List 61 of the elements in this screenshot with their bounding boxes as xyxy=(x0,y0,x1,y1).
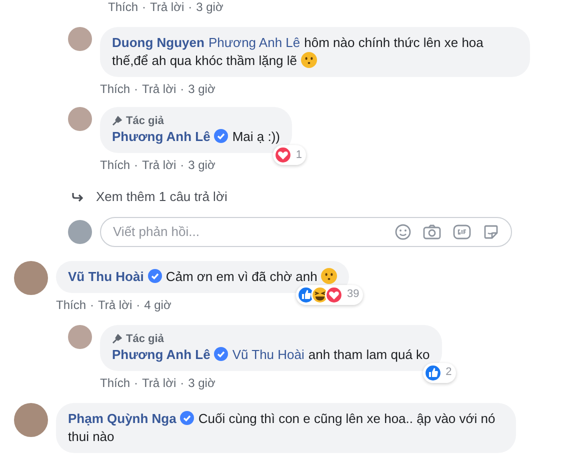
like-link[interactable]: Thích xyxy=(100,82,130,97)
camera-icon[interactable] xyxy=(423,224,441,240)
reply-link[interactable]: Trả lời xyxy=(150,0,184,15)
comment-text: Duong Nguyen Phương Anh Lê hôm nào chính thức lên xe hoa thế,để ah qua khóc thầm lặng lẽ xyxy=(112,34,484,70)
avatar[interactable] xyxy=(14,260,48,294)
avatar[interactable] xyxy=(68,27,92,51)
comment-text: Phạm Quỳnh Nga Cuối cùng thì con e cũng lên xe hoa.. ập vào với nó thui nào xyxy=(68,410,496,446)
separator-dot: · xyxy=(180,376,184,390)
reply-link[interactable]: Trả lời xyxy=(142,158,176,173)
separator-dot: · xyxy=(134,158,138,173)
like-link[interactable]: Thích xyxy=(108,0,138,15)
like-link[interactable]: Thích xyxy=(100,376,130,390)
author-name[interactable]: Phạm Quỳnh Nga xyxy=(68,410,176,426)
author-name[interactable]: Duong Nguyen xyxy=(112,35,204,50)
separator-dot: · xyxy=(134,376,138,390)
sticker-icon[interactable] xyxy=(483,224,499,240)
like-link[interactable]: Thích xyxy=(100,158,130,173)
timestamp: 4 giờ xyxy=(144,298,172,312)
reaction-summary[interactable]: 1 xyxy=(272,145,306,165)
reply-box[interactable]: Viết phản hồi... xyxy=(100,216,512,246)
reaction-count: 2 xyxy=(446,365,452,380)
avatar[interactable] xyxy=(68,107,92,131)
timestamp: 3 giờ xyxy=(188,376,216,390)
microphone-icon xyxy=(112,116,122,126)
microphone-icon xyxy=(112,334,122,344)
author-name[interactable]: Phương Anh Lê xyxy=(112,129,210,144)
like-link[interactable]: Thích xyxy=(56,298,86,312)
timestamp: 3 giờ xyxy=(188,82,216,97)
separator-dot: · xyxy=(90,298,94,312)
avatar[interactable] xyxy=(68,324,92,348)
avatar[interactable] xyxy=(14,402,48,436)
timestamp: 3 giờ xyxy=(188,158,216,173)
separator-dot: · xyxy=(134,82,138,97)
reaction-count: 1 xyxy=(296,148,302,163)
author-label: Tác giả xyxy=(126,114,164,128)
comment-text: Vũ Thu Hoài Cảm ơn em vì đã chờ anh xyxy=(68,268,338,286)
separator-dot: · xyxy=(142,0,146,15)
reply-arrow-icon xyxy=(72,192,84,202)
avatar[interactable] xyxy=(68,220,92,244)
reply-link[interactable]: Trả lời xyxy=(142,376,176,390)
separator-dot: · xyxy=(188,0,192,15)
mention-link[interactable]: Phương Anh Lê xyxy=(208,35,300,50)
timestamp: 3 giờ xyxy=(196,0,224,15)
reaction-count: 39 xyxy=(347,287,360,302)
mention-link[interactable]: Vũ Thu Hoài xyxy=(232,346,304,362)
author-name[interactable]: Vũ Thu Hoài xyxy=(68,268,144,284)
author-label: Tác giả xyxy=(126,332,164,346)
reply-input-field[interactable]: Viết phản hồi... xyxy=(113,222,383,242)
reply-link[interactable]: Trả lời xyxy=(98,298,132,312)
reaction-summary[interactable]: 2 xyxy=(422,362,456,382)
author-name[interactable]: Phương Anh Lê xyxy=(112,346,210,362)
reply-link[interactable]: Trả lời xyxy=(142,82,176,97)
comment-text: Phương Anh Lê Vũ Thu Hoài anh tham lam quá ko xyxy=(112,346,430,364)
reaction-summary[interactable]: 39 xyxy=(296,284,364,304)
emoji-picker-icon[interactable] xyxy=(395,224,411,240)
separator-dot: · xyxy=(180,82,184,97)
separator-dot: · xyxy=(180,158,184,173)
gif-icon[interactable] xyxy=(453,224,471,240)
separator-dot: · xyxy=(136,298,140,312)
comment-text: Phương Anh Lê Mai ạ :)) xyxy=(112,128,280,146)
more-replies-link[interactable]: Xem thêm 1 câu trả lời xyxy=(96,187,228,206)
